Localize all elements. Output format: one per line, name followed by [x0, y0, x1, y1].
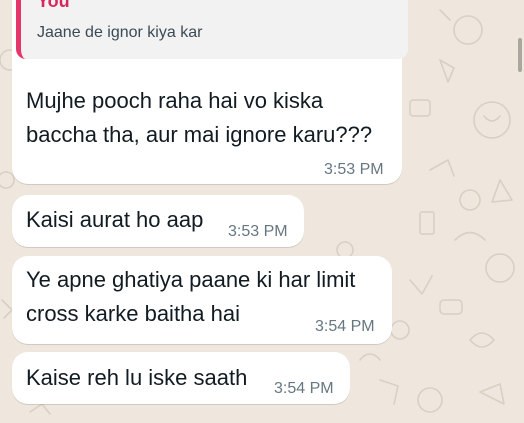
message-timestamp: 3:54 PM [315, 318, 375, 335]
message-bubble[interactable]: Kaise reh lu iske saath 3:54 PM [12, 352, 350, 404]
quote-author: You [37, 0, 70, 11]
message-timestamp: 3:54 PM [274, 380, 334, 397]
message-text: Mujhe pooch raha hai vo kiska baccha tha… [26, 88, 373, 147]
message-text: Kaise reh lu iske saath [26, 365, 248, 390]
message-bubble[interactable]: Ye apne ghatiya paane ki har limit cross… [12, 256, 392, 344]
scrollbar[interactable] [518, 38, 522, 72]
message-bubble[interactable]: Kaisi aurat ho aap 3:53 PM [12, 195, 304, 247]
quoted-reply[interactable]: You Jaane de ignor kiya kar [16, 0, 408, 59]
message-timestamp: 3:53 PM [228, 223, 288, 240]
quote-text: Jaane de ignor kiya kar [37, 24, 203, 41]
message-bubble[interactable]: You Jaane de ignor kiya kar Mujhe pooch … [12, 0, 408, 184]
message-timestamp: 3:53 PM [324, 161, 384, 178]
message-text: Ye apne ghatiya paane ki har limit cross… [26, 267, 356, 326]
message-text: Kaisi aurat ho aap [26, 207, 204, 232]
